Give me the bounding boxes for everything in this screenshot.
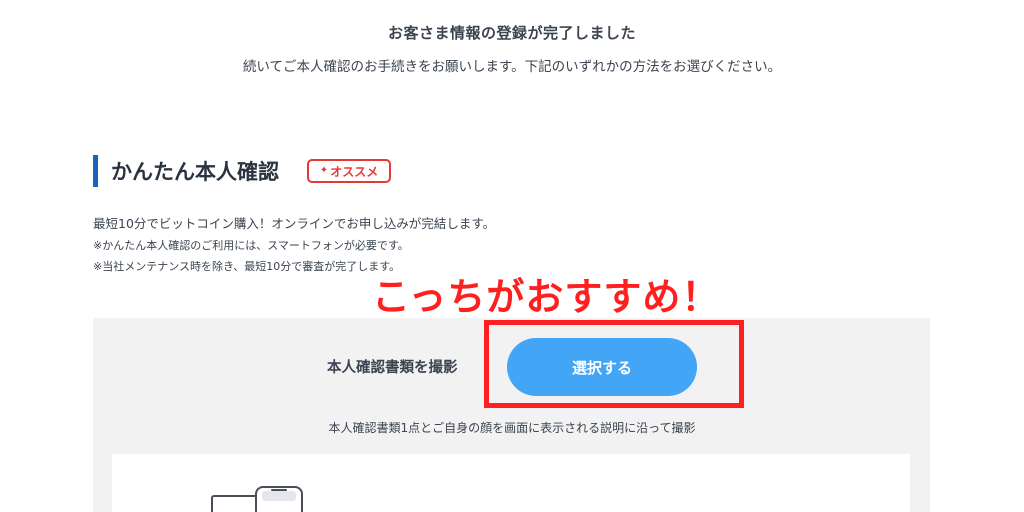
recommend-badge: ✦ オススメ: [307, 159, 391, 183]
section-note: ※かんたん本人確認のご利用には、スマートフォンが必要です。: [93, 239, 409, 252]
section-title: かんたん本人確認: [111, 160, 279, 184]
page-title: お客さま情報の登録が完了しました: [387, 24, 636, 42]
section-accent-bar: [93, 155, 98, 187]
annotation-highlight-box: [484, 320, 744, 408]
upload-label: 本人確認書類を撮影: [327, 360, 458, 376]
phone-id-card-illustration: [211, 486, 303, 512]
section-description: 最短10分でビットコイン購入！オンラインでお申し込みが完結します。: [93, 216, 496, 231]
section-note: ※当社メンテナンス時を除き、最短10分で審査が完了します。: [93, 260, 401, 273]
page-subtitle: 続いてご本人確認のお手続きをお願いします。下記のいずれかの方法をお選びください。: [242, 59, 782, 75]
recommend-badge-label: オススメ: [330, 164, 379, 179]
sparkle-icon: ✦: [319, 165, 329, 176]
annotation-text: こっちがおすすめ！: [372, 275, 721, 319]
upload-description: 本人確認書類1点とご自身の顔を画面に表示される説明に沿って撮影: [328, 421, 696, 435]
